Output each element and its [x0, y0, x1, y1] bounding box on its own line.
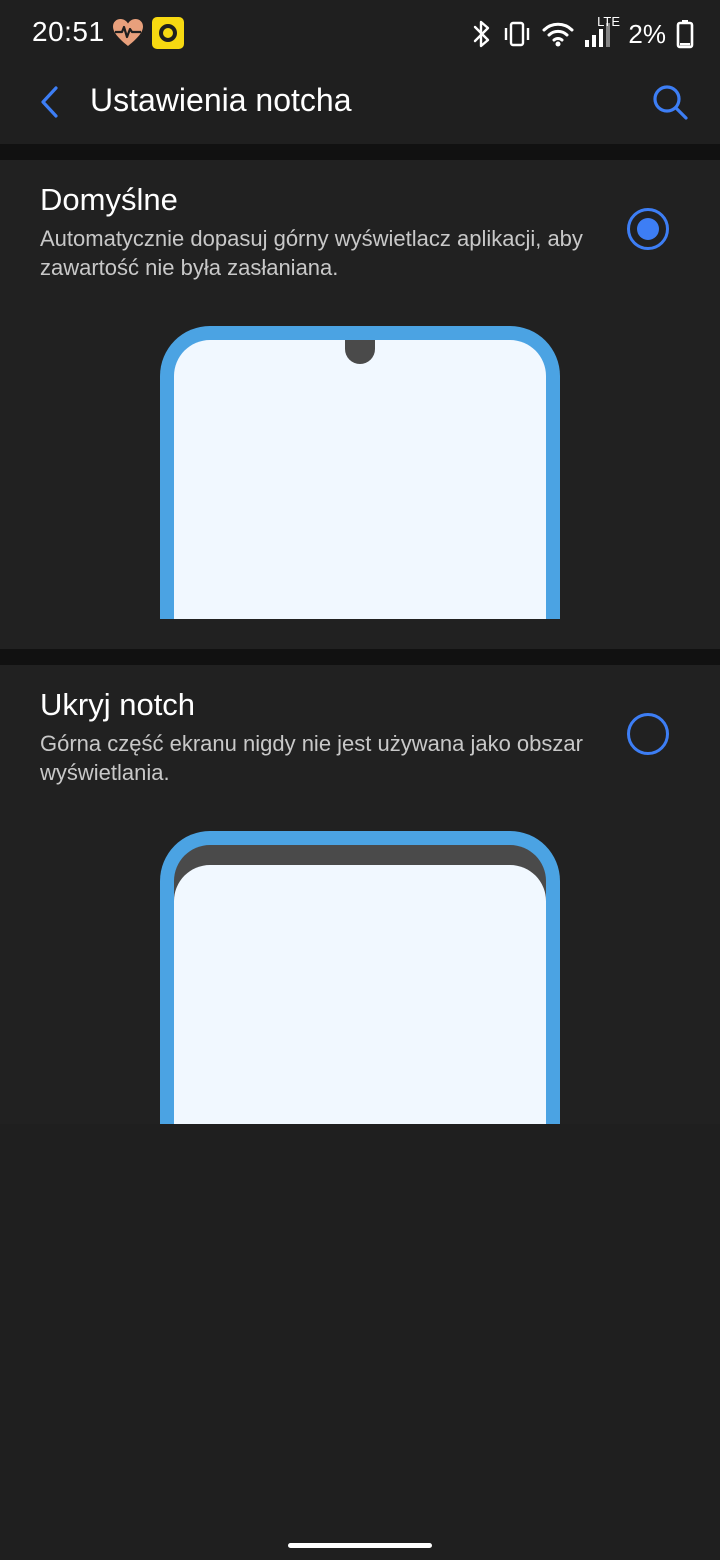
phone-screen: [174, 865, 546, 1124]
search-icon: [650, 82, 690, 127]
signal-icon: [584, 20, 612, 48]
back-button[interactable]: [28, 76, 72, 132]
page-title: Ustawienia notcha: [90, 82, 352, 118]
battery-percent: 2%: [628, 18, 666, 49]
notch-shape: [345, 340, 375, 364]
status-bar: 20:51 LTE 2%: [0, 0, 720, 66]
phone-screen: [174, 340, 546, 619]
battery-icon: [676, 19, 694, 49]
search-button[interactable]: [640, 76, 700, 132]
option-title: Ukryj notch: [40, 687, 196, 722]
option-default[interactable]: Domyślne Automatycznie dopasuj górny wyś…: [0, 160, 720, 649]
phone-illustration-default: [160, 326, 560, 619]
status-time: 20:51: [32, 16, 105, 47]
app-circle-icon: [152, 17, 184, 49]
option-description: Górna część ekranu nigdy nie jest używan…: [40, 731, 583, 785]
heart-rate-icon: [112, 18, 144, 48]
notch-settings-screen: 20:51 LTE 2% Ustawienia notcha Domyślne …: [0, 0, 720, 1560]
bluetooth-icon: [472, 19, 492, 49]
option-description: Automatycznie dopasuj górny wyświetlacz …: [40, 226, 583, 280]
section-divider: [0, 144, 720, 160]
radio-hide-notch[interactable]: [627, 713, 669, 755]
section-divider: [0, 649, 720, 665]
vibrate-icon: [502, 19, 532, 49]
chevron-left-icon: [38, 85, 62, 124]
navigation-handle[interactable]: [288, 1543, 432, 1548]
option-title: Domyślne: [40, 182, 178, 217]
radio-default[interactable]: [627, 208, 669, 250]
wifi-icon: [542, 20, 574, 48]
phone-illustration-hidden-notch: [160, 831, 560, 1124]
option-hide-notch[interactable]: Ukryj notch Górna część ekranu nigdy nie…: [0, 665, 720, 1124]
app-bar: Ustawienia notcha: [0, 66, 720, 144]
